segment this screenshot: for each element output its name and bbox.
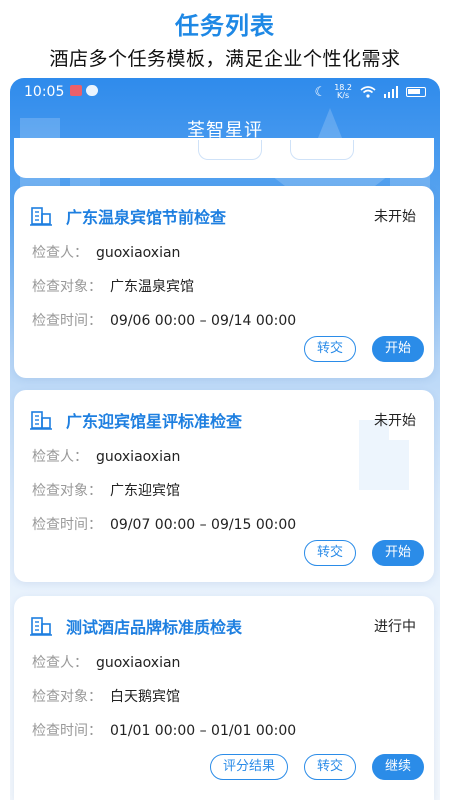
task-title: 广东温泉宾馆节前检查 [66, 208, 227, 227]
inspector-row: 检查人： guoxiaoxian [32, 446, 180, 466]
target-value: 广东迎宾馆 [110, 483, 180, 499]
target-row: 检查对象： 广东温泉宾馆 [32, 276, 194, 296]
battery-icon [406, 87, 426, 97]
target-label: 检查对象： [32, 483, 102, 499]
transfer-button[interactable]: 转交 [303, 336, 356, 362]
task-card[interactable]: 广东迎宾馆星评标准检查 未开始 检查人： guoxiaoxian 检查对象： 广东迎… [14, 390, 434, 582]
status-notification-icons [70, 85, 98, 96]
time-row: 检查时间： 01/01 00:00 – 01/01 00:00 [32, 720, 296, 740]
task-card[interactable]: 广东温泉宾馆节前检查 未开始 检查人： guoxiaoxian 检查对象： 广东温泉… [14, 186, 434, 378]
target-label: 检查对象： [32, 689, 102, 705]
task-status: 进行中 [374, 619, 416, 635]
status-time: 10:05 [24, 84, 65, 100]
network-speed: 18.2 K/s [334, 84, 352, 100]
task-status: 未开始 [374, 413, 416, 429]
inspector-row: 检查人： guoxiaoxian [32, 652, 180, 672]
start-button[interactable]: 开始 [371, 336, 424, 362]
task-title: 广东迎宾馆星评标准检查 [66, 412, 243, 431]
target-row: 检查对象： 广东迎宾馆 [32, 480, 180, 500]
time-row: 检查时间： 09/07 00:00 – 09/15 00:00 [32, 514, 296, 534]
shield-icon [86, 85, 98, 96]
target-value: 广东温泉宾馆 [110, 279, 194, 295]
status-system-icons: ☾ 18.2 K/s [315, 84, 426, 100]
time-value: 09/07 00:00 – 09/15 00:00 [110, 517, 297, 533]
message-icon [70, 85, 82, 96]
inspector-label: 检查人： [32, 245, 88, 261]
inspector-value: guoxiaoxian [96, 245, 181, 261]
time-value: 01/01 00:00 – 01/01 00:00 [110, 723, 297, 739]
promo-header: 任务列表 酒店多个任务模板，满足企业个性化需求 [0, 0, 450, 78]
continue-button[interactable]: 继续 [371, 754, 424, 780]
building-icon [30, 617, 52, 636]
transfer-button[interactable]: 转交 [303, 540, 356, 566]
time-row: 检查时间： 09/06 00:00 – 09/14 00:00 [32, 310, 296, 330]
inspector-label: 检查人： [32, 449, 88, 465]
wifi-icon [360, 86, 376, 98]
inspector-row: 检查人： guoxiaoxian [32, 242, 180, 262]
task-status: 未开始 [374, 209, 416, 225]
phone-screen: 10:05 ☾ 18.2 K/s 荃智星评 广东温泉宾馆节前检查 未开始 检查人… [10, 78, 440, 800]
task-title: 测试酒店品牌标准质检表 [66, 618, 243, 637]
time-label: 检查时间： [32, 723, 102, 739]
promo-title: 任务列表 [175, 12, 275, 40]
status-bar: 10:05 ☾ 18.2 K/s [10, 78, 440, 104]
promo-subtitle: 酒店多个任务模板，满足企业个性化需求 [49, 48, 401, 70]
previous-task-card-partial [14, 138, 434, 178]
inspector-value: guoxiaoxian [96, 655, 181, 671]
task-card[interactable]: 测试酒店品牌标准质检表 进行中 检查人： guoxiaoxian 检查对象： 白天鹅… [14, 596, 434, 800]
stub-button[interactable] [290, 140, 354, 160]
time-label: 检查时间： [32, 517, 102, 533]
time-value: 09/06 00:00 – 09/14 00:00 [110, 313, 297, 329]
stub-button[interactable] [198, 140, 262, 160]
target-row: 检查对象： 白天鹅宾馆 [32, 686, 180, 706]
score-result-button[interactable]: 评分结果 [209, 754, 288, 780]
building-icon [30, 207, 52, 226]
transfer-button[interactable]: 转交 [303, 754, 356, 780]
building-icon [30, 411, 52, 430]
signal-icon [384, 86, 398, 98]
time-label: 检查时间： [32, 313, 102, 329]
start-button[interactable]: 开始 [371, 540, 424, 566]
target-value: 白天鹅宾馆 [110, 689, 180, 705]
target-label: 检查对象： [32, 279, 102, 295]
inspector-label: 检查人： [32, 655, 88, 671]
moon-icon: ☾ [314, 84, 327, 100]
inspector-value: guoxiaoxian [96, 449, 181, 465]
network-speed-unit: K/s [337, 91, 350, 100]
